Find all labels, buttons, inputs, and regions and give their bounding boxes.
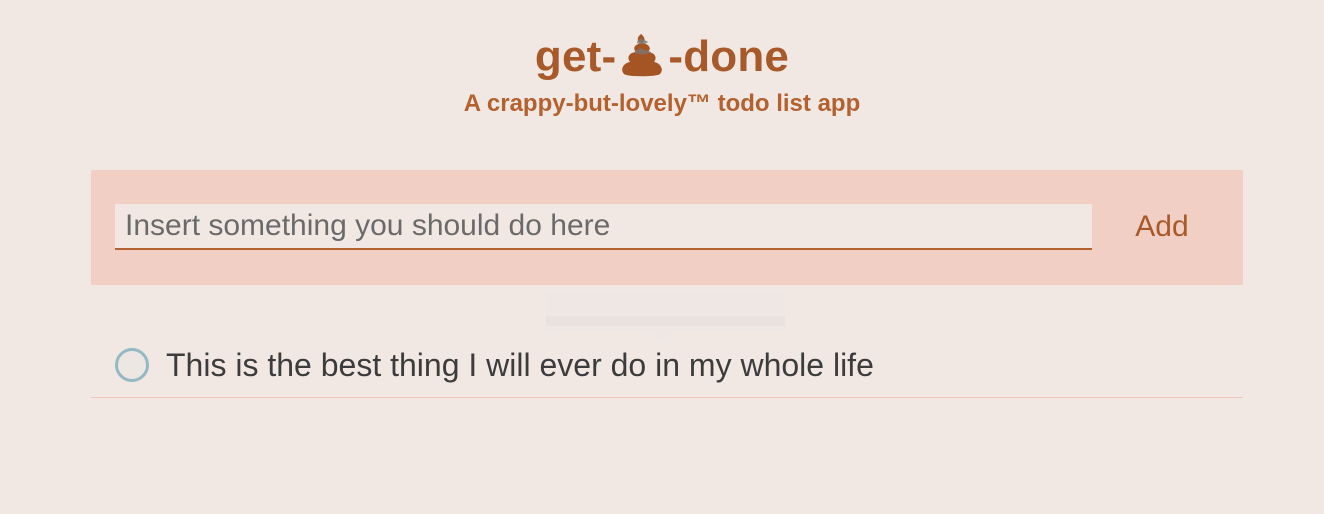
todo-complete-checkbox[interactable] [115,348,149,382]
todo-item: This is the best thing I will ever do in… [91,334,1243,398]
todo-text: This is the best thing I will ever do in… [166,347,874,383]
add-todo-panel: Add [91,170,1243,285]
todo-input[interactable] [115,204,1092,250]
title-suffix: -done [668,32,790,81]
app-title: get- -done [0,31,1324,83]
poop-icon [617,32,667,78]
app-subtitle: A crappy-but-lovely™ todo list app [463,90,861,117]
faded-tooltip-bar [546,316,785,326]
title-prefix: get- [534,32,617,81]
todo-list: This is the best thing I will ever do in… [91,334,1243,398]
faded-tooltip [546,293,785,342]
add-button[interactable]: Add [1107,204,1217,250]
